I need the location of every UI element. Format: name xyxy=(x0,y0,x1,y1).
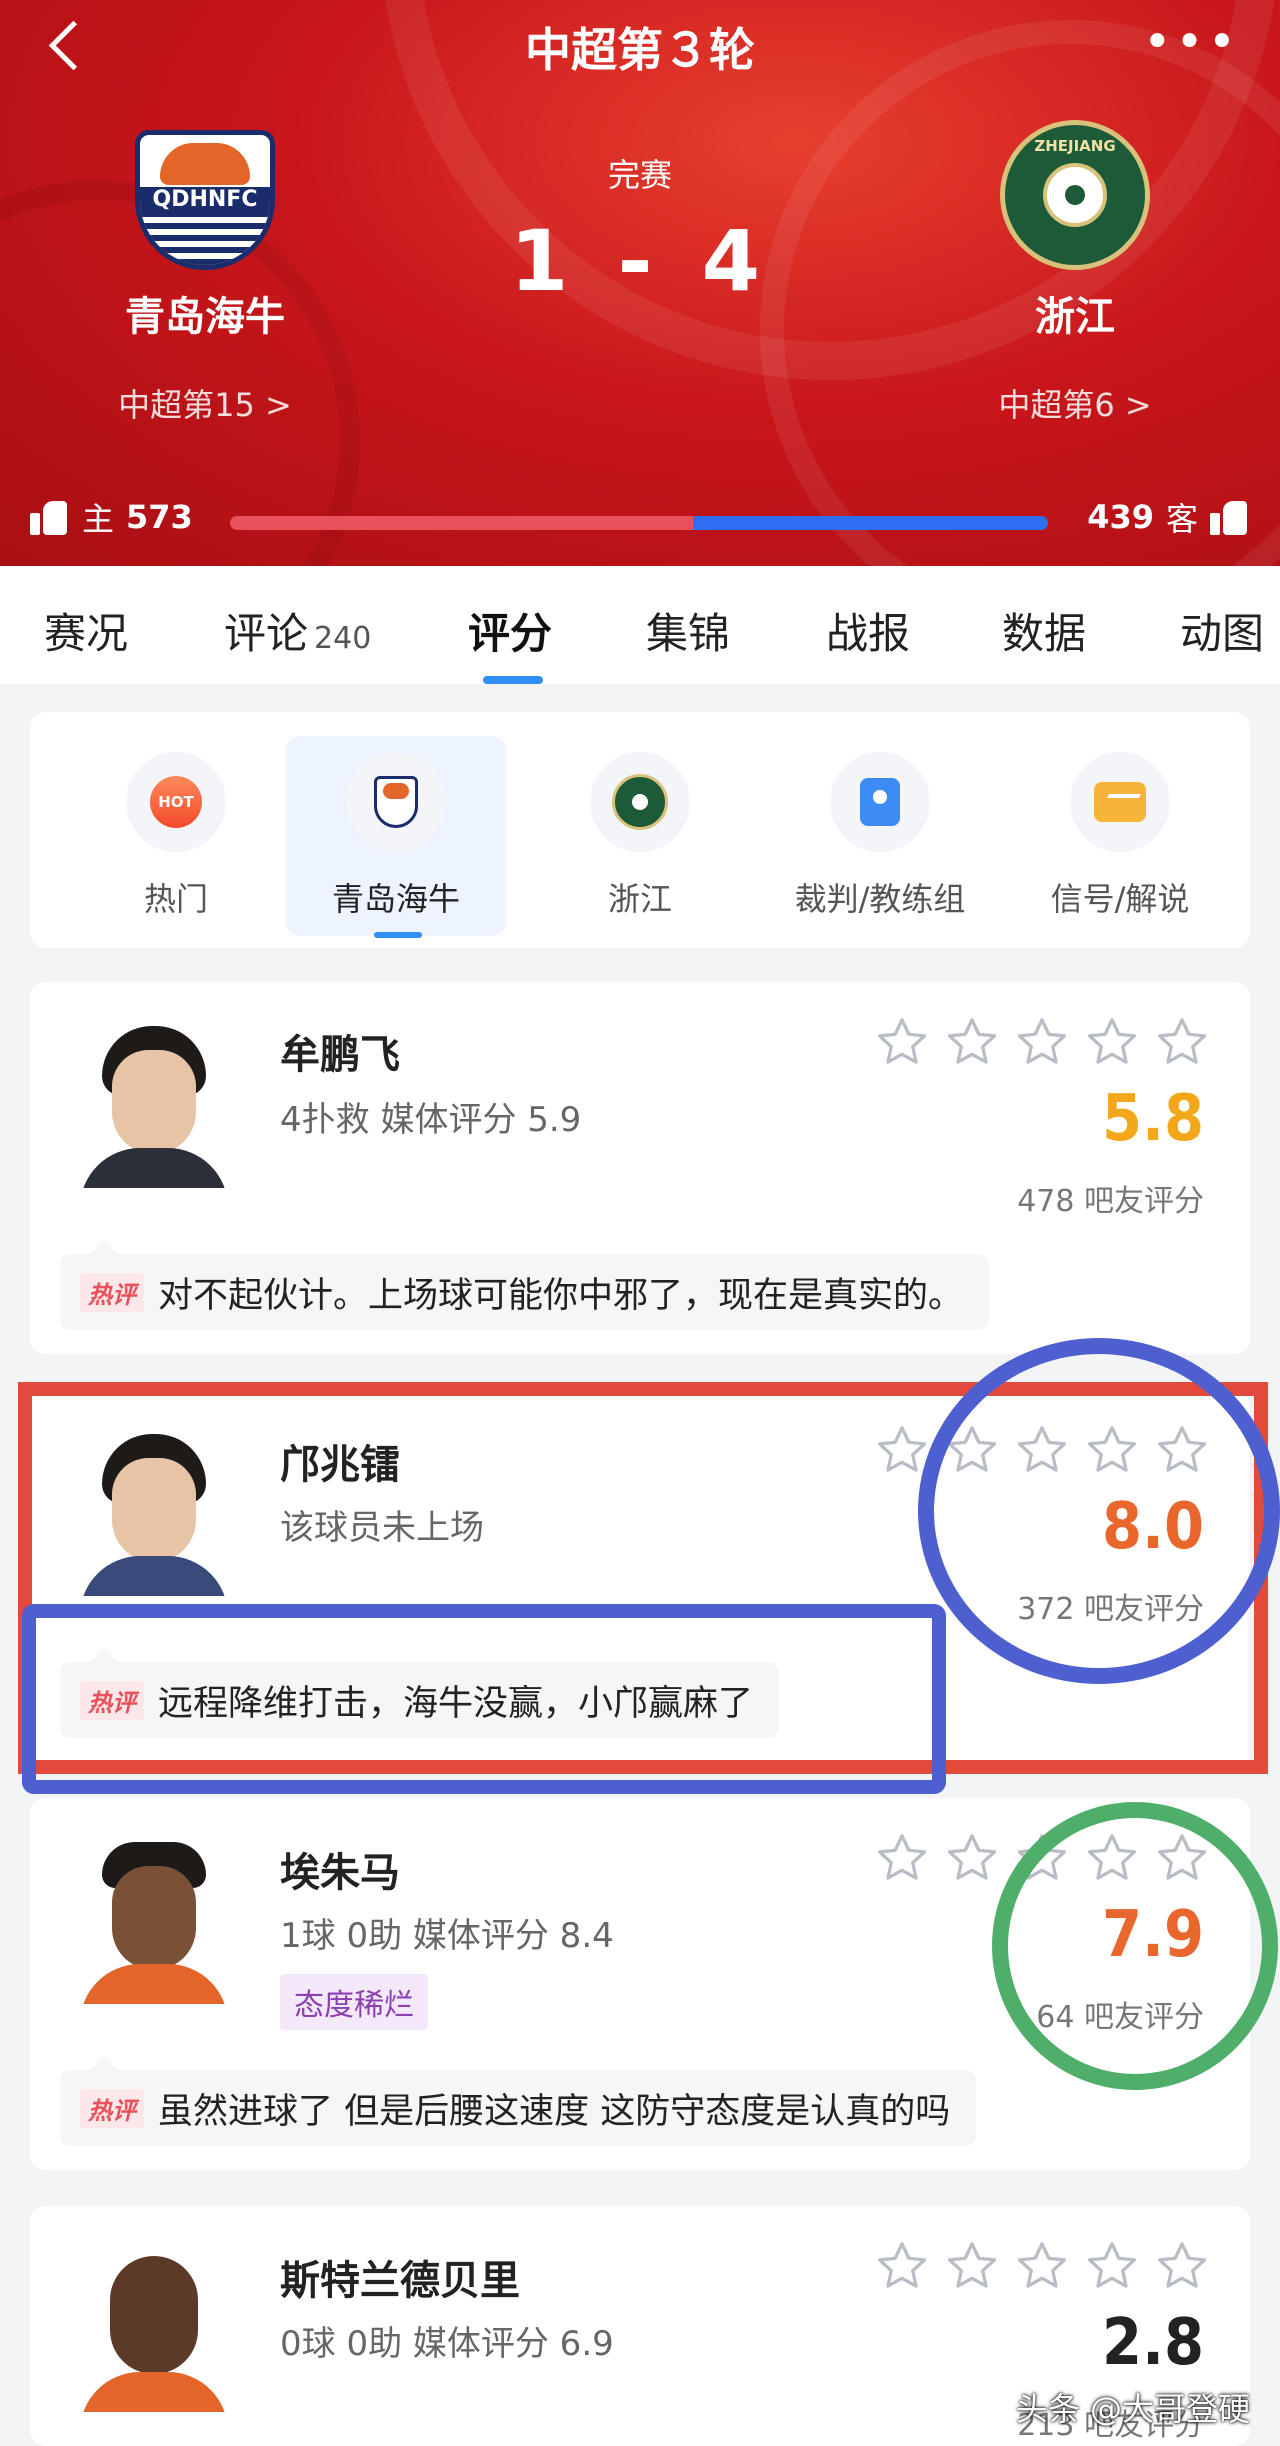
match-header: 中超第３轮 ••• QDHNFC 青岛海牛 中超第15 > 完赛 1 - 4 Z… xyxy=(0,0,1280,566)
hot-comment[interactable]: 热评 虽然进球了 但是后腰这速度 这防守态度是认真的吗 xyxy=(60,2056,977,2146)
annotation-blue-circle xyxy=(918,1338,1280,1684)
signal-icon xyxy=(1094,782,1146,822)
selected-filter-indicator xyxy=(374,932,422,938)
tab-report[interactable]: 战报 xyxy=(826,600,910,661)
filter-referee-coaches[interactable]: 裁判/教练组 xyxy=(770,736,990,936)
star-icon[interactable] xyxy=(1014,1014,1070,1070)
hot-comment-tag: 热评 xyxy=(80,1272,144,1312)
away-team[interactable]: ZHEJIANG 浙江 中超第6 > xyxy=(925,120,1225,426)
star-icon[interactable] xyxy=(1084,1014,1140,1070)
player-card[interactable]: 牟鹏飞 4扑救 媒体评分 5.9 5.8 478 吧友评分 热评 对不起伙计。上… xyxy=(30,982,1250,1354)
star-icon[interactable] xyxy=(1014,2238,1070,2294)
thumbs-up-icon[interactable] xyxy=(1210,497,1250,537)
away-team-rank-link[interactable]: 中超第6 > xyxy=(925,380,1225,426)
player-avatar xyxy=(80,2242,228,2412)
rating-category-filter: HOT 热门 青岛海牛 浙江 裁判/教练组 信号/解说 xyxy=(30,712,1250,948)
hot-icon: HOT xyxy=(150,776,202,828)
away-vote-label: 客 xyxy=(1165,500,1198,538)
player-avatar xyxy=(80,1834,228,2004)
home-vote[interactable]: 主 573 xyxy=(30,494,193,540)
more-options-icon[interactable]: ••• xyxy=(1143,18,1240,66)
player-name: 斯特兰德贝里 xyxy=(280,2258,520,2304)
star-icon[interactable] xyxy=(1084,2238,1140,2294)
star-icon[interactable] xyxy=(874,2238,930,2294)
star-icon[interactable] xyxy=(944,1830,1000,1886)
star-icon[interactable] xyxy=(1154,2238,1210,2294)
home-vote-fill xyxy=(230,516,693,530)
filter-away-team[interactable]: 浙江 xyxy=(530,736,750,936)
star-rating-input[interactable] xyxy=(874,1014,1210,1070)
hot-comment-tag: 热评 xyxy=(80,2088,144,2128)
tab-bar: 赛况 评论 240 评分 集锦 战报 数据 动图 xyxy=(0,566,1280,684)
star-rating-input[interactable] xyxy=(874,2238,1210,2294)
player-rating: 2.8 xyxy=(1102,2306,1204,2380)
active-tab-indicator xyxy=(483,676,543,684)
tab-gifs[interactable]: 动图 xyxy=(1180,600,1264,661)
away-team-name: 浙江 xyxy=(1035,294,1115,340)
player-stat: 0球 0助 媒体评分 6.9 xyxy=(280,2324,614,2364)
tab-stats[interactable]: 数据 xyxy=(1002,600,1086,661)
player-attitude-tag: 态度稀烂 xyxy=(280,1974,428,2030)
player-stat: 4扑救 媒体评分 5.9 xyxy=(280,1100,582,1140)
player-stat: 1球 0助 媒体评分 8.4 xyxy=(280,1916,614,1956)
player-name: 牟鹏飞 xyxy=(280,1032,400,1078)
vote-progress-bar xyxy=(230,516,1048,530)
away-team-logo: ZHEJIANG xyxy=(1000,120,1150,270)
home-team-rank-link[interactable]: 中超第15 > xyxy=(55,380,355,426)
away-vote-count: 439 xyxy=(1087,498,1154,536)
star-icon[interactable] xyxy=(874,1830,930,1886)
tab-comments[interactable]: 评论 240 xyxy=(224,600,371,661)
home-vote-label: 主 xyxy=(82,500,115,538)
star-icon[interactable] xyxy=(1154,1014,1210,1070)
tab-highlights[interactable]: 集锦 xyxy=(646,600,730,661)
filter-hot[interactable]: HOT 热门 xyxy=(66,736,286,936)
player-avatar xyxy=(80,1018,228,1188)
hot-comment-text: 虽然进球了 但是后腰这速度 这防守态度是认真的吗 xyxy=(158,2091,951,2132)
annotation-blue-box xyxy=(22,1604,946,1794)
referee-icon xyxy=(860,778,900,826)
home-vote-count: 573 xyxy=(126,498,193,536)
player-name: 埃朱马 xyxy=(280,1850,400,1896)
fan-rating-count: 478 吧友评分 xyxy=(1017,1184,1204,1219)
filter-signal-commentary[interactable]: 信号/解说 xyxy=(1010,736,1230,936)
tab-ratings[interactable]: 评分 xyxy=(468,600,552,661)
tab-live[interactable]: 赛况 xyxy=(44,600,128,661)
hot-comment[interactable]: 热评 对不起伙计。上场球可能你中邪了，现在是真实的。 xyxy=(60,1240,990,1330)
player-rating: 5.8 xyxy=(1102,1082,1204,1156)
home-team-logo-icon xyxy=(374,776,418,828)
star-icon[interactable] xyxy=(944,1014,1000,1070)
watermark: 头条 @大哥登硬 xyxy=(1015,2390,1250,2428)
page-title: 中超第３轮 xyxy=(525,23,755,77)
thumbs-up-icon[interactable] xyxy=(30,497,70,537)
away-team-logo-icon xyxy=(612,774,668,830)
star-icon[interactable] xyxy=(874,1014,930,1070)
hot-comment-text: 对不起伙计。上场球可能你中邪了，现在是真实的。 xyxy=(158,1275,964,1316)
star-icon[interactable] xyxy=(944,2238,1000,2294)
annotation-green-circle xyxy=(992,1802,1278,2090)
away-vote[interactable]: 439 客 xyxy=(1087,494,1250,540)
filter-home-team[interactable]: 青岛海牛 xyxy=(286,736,506,938)
